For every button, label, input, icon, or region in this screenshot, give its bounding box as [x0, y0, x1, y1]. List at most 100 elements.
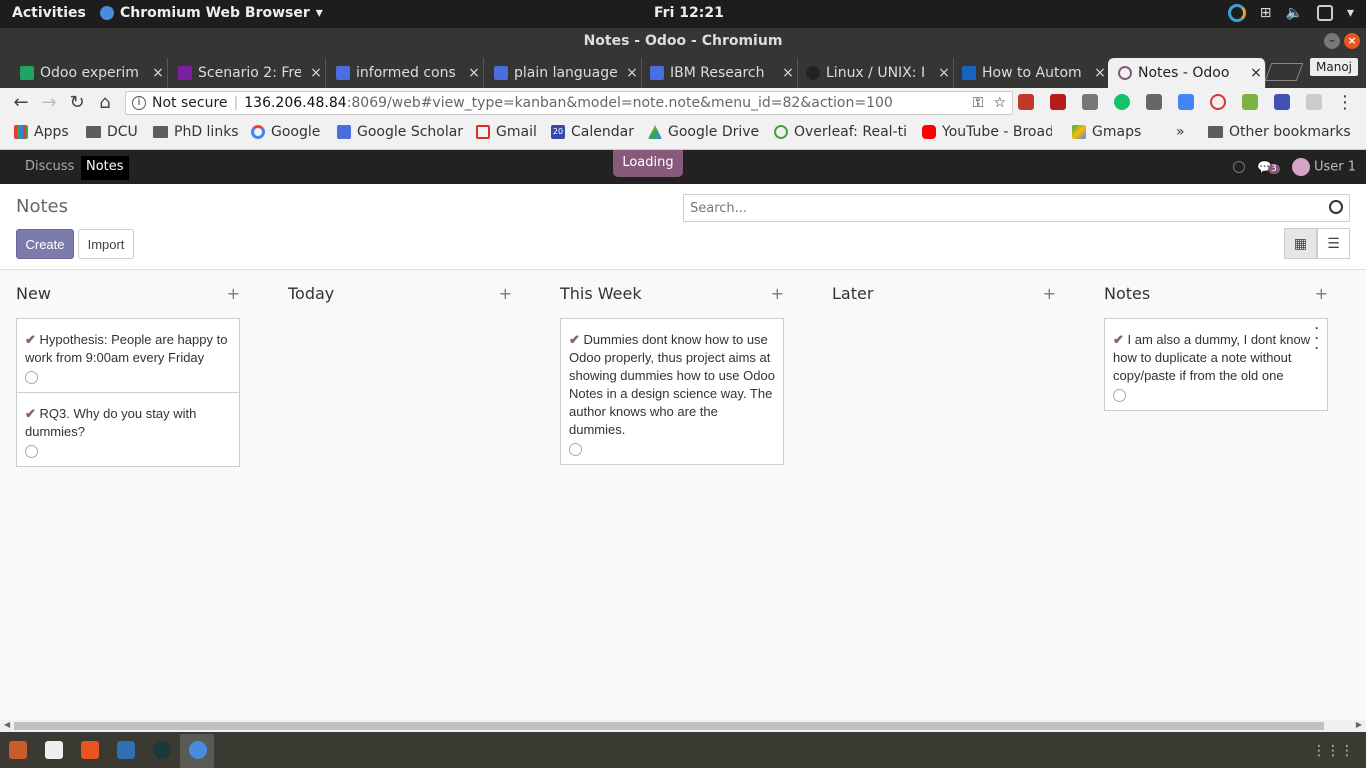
kanban-column-notes: Notes + · · · ✔ I am also a dummy, I dont k… — [1104, 270, 1328, 411]
extension-icon[interactable] — [1274, 94, 1290, 110]
close-tab-icon[interactable]: × — [779, 65, 797, 81]
bookmark-gmail[interactable]: Gmail — [476, 124, 537, 140]
scroll-right-icon[interactable]: ▶ — [1356, 720, 1362, 729]
bookmark-google-drive[interactable]: Google Drive — [648, 124, 759, 140]
close-window-button[interactable]: × — [1344, 33, 1360, 49]
profile-button[interactable]: Manoj — [1310, 58, 1358, 76]
kanban-card[interactable]: ✔ Hypothesis: People are happy to work f… — [16, 318, 240, 393]
bookmark-calendar[interactable]: 20 Calendar — [551, 124, 634, 140]
system-tray[interactable]: ⊞ 🔈 ▾ — [1227, 4, 1354, 22]
clock-icon[interactable] — [25, 371, 38, 384]
forward-button[interactable]: → — [38, 92, 60, 114]
menu-kebab-icon[interactable]: ⋮ — [1334, 92, 1356, 114]
extension-icon[interactable] — [1082, 94, 1098, 110]
app-menu[interactable]: Chromium Web Browser ▾ — [100, 5, 323, 21]
vscode-app-icon[interactable] — [117, 741, 135, 759]
check-icon[interactable]: ✔ — [25, 406, 36, 421]
extension-icon[interactable] — [1306, 94, 1322, 110]
bookmark-apps[interactable]: Apps — [14, 124, 69, 140]
clock-icon[interactable] — [1113, 389, 1126, 402]
add-card-button[interactable]: + — [1043, 270, 1056, 318]
gitkraken-app-icon[interactable] — [153, 741, 171, 759]
back-button[interactable]: ← — [10, 92, 32, 114]
scroll-left-icon[interactable]: ◀ — [4, 720, 10, 729]
home-button[interactable]: ⌂ — [94, 92, 116, 114]
list-view-button[interactable]: ☰ — [1317, 228, 1350, 259]
bookmark-phd-links[interactable]: PhD links — [153, 124, 239, 140]
browser-toolbar: ← → ↻ ⌂ i Not secure | 136.206.48.84:806… — [0, 88, 1366, 118]
reload-button[interactable]: ↻ — [66, 92, 88, 114]
show-apps-icon[interactable]: ⋮⋮⋮ — [1312, 743, 1354, 759]
translate-icon[interactable] — [1178, 94, 1194, 110]
horizontal-scrollbar[interactable]: ◀ ▶ — [0, 720, 1366, 732]
star-icon[interactable]: ☆ — [993, 92, 1006, 114]
bookmark-google-scholar[interactable]: Google Scholar — [337, 124, 463, 140]
clock-icon[interactable] — [25, 445, 38, 458]
bookmark-gmaps[interactable]: Gmaps — [1072, 124, 1141, 140]
browser-tab[interactable]: plain language × — [484, 58, 642, 88]
browser-tab[interactable]: Scenario 2: Fre × — [168, 58, 326, 88]
minimize-button[interactable]: – — [1324, 33, 1340, 49]
extension-icon[interactable] — [1050, 94, 1066, 110]
chromium-app-icon[interactable] — [189, 741, 207, 759]
card-menu-icon[interactable]: · · · — [1315, 322, 1319, 354]
check-icon[interactable]: ✔ — [569, 332, 580, 347]
add-card-button[interactable]: + — [1315, 270, 1328, 318]
editor-app-icon[interactable] — [45, 741, 63, 759]
close-tab-icon[interactable]: × — [149, 65, 167, 81]
grammarly-icon[interactable] — [1114, 94, 1130, 110]
system-clock[interactable]: Fri 12:21 — [654, 5, 724, 21]
extension-icon[interactable] — [1018, 94, 1034, 110]
browser-tab[interactable]: IBM Research × — [640, 58, 798, 88]
extension-icon[interactable] — [1242, 94, 1258, 110]
create-button[interactable]: Create — [16, 229, 74, 259]
nav-discuss[interactable]: Discuss — [20, 156, 79, 180]
search-input[interactable] — [684, 195, 1304, 221]
close-tab-icon[interactable]: × — [1091, 65, 1109, 81]
messaging-menu[interactable]: 💬3 — [1257, 160, 1280, 175]
check-icon[interactable]: ✔ — [1113, 332, 1124, 347]
close-tab-icon[interactable]: × — [307, 65, 325, 81]
view-switcher: ▦ ☰ — [1284, 228, 1350, 259]
browser-tab[interactable]: Odoo experim × — [10, 58, 168, 88]
activities-button[interactable]: Activities — [12, 5, 86, 21]
close-tab-icon[interactable]: × — [623, 65, 641, 81]
software-app-icon[interactable] — [81, 741, 99, 759]
browser-tab[interactable]: Linux / UNIX: I × — [796, 58, 954, 88]
kanban-card[interactable]: · · · ✔ I am also a dummy, I dont know how… — [1104, 318, 1328, 411]
files-app-icon[interactable] — [9, 741, 27, 759]
clock-icon[interactable] — [569, 443, 582, 456]
add-card-button[interactable]: + — [771, 270, 784, 318]
add-card-button[interactable]: + — [227, 270, 240, 318]
bookmark-dcu[interactable]: DCU — [86, 124, 138, 140]
close-tab-icon[interactable]: × — [465, 65, 483, 81]
extension-icon[interactable] — [1146, 94, 1162, 110]
close-tab-icon[interactable]: × — [1247, 65, 1265, 81]
bookmark-overleaf[interactable]: Overleaf: Real-ti — [774, 124, 906, 140]
tab-label: Notes - Odoo — [1138, 65, 1230, 81]
new-tab-button[interactable] — [1264, 63, 1304, 81]
browser-tab[interactable]: informed cons × — [326, 58, 484, 88]
kanban-card[interactable]: ✔ RQ3. Why do you stay with dummies? — [16, 393, 240, 467]
blocker-icon[interactable] — [1210, 94, 1226, 110]
import-button[interactable]: Import — [78, 229, 134, 259]
close-tab-icon[interactable]: × — [935, 65, 953, 81]
bookmark-google[interactable]: Google — [251, 124, 320, 140]
check-icon[interactable]: ✔ — [25, 332, 36, 347]
user-menu[interactable]: User 1 — [1291, 158, 1356, 176]
scrollbar-thumb[interactable] — [14, 722, 1324, 730]
browser-tab-active[interactable]: Notes - Odoo × — [1108, 58, 1266, 88]
activity-clock-icon[interactable] — [1233, 161, 1246, 173]
browser-tab[interactable]: How to Autom × — [952, 58, 1110, 88]
bookmark-youtube[interactable]: YouTube - Broad — [922, 124, 1052, 140]
info-icon[interactable]: i — [132, 96, 146, 110]
nav-notes[interactable]: Notes — [81, 156, 129, 180]
other-bookmarks[interactable]: Other bookmarks — [1208, 124, 1351, 140]
kanban-card[interactable]: ✔ Dummies dont know how to use Odoo prop… — [560, 318, 784, 465]
bookmarks-overflow-button[interactable]: » — [1176, 124, 1185, 140]
add-card-button[interactable]: + — [499, 270, 512, 318]
key-icon[interactable]: ⚿ — [973, 92, 984, 114]
kanban-view-button[interactable]: ▦ — [1284, 228, 1317, 259]
search-icon[interactable] — [1329, 200, 1343, 214]
address-bar[interactable]: i Not secure | 136.206.48.84:8069/web#vi… — [125, 91, 1013, 115]
